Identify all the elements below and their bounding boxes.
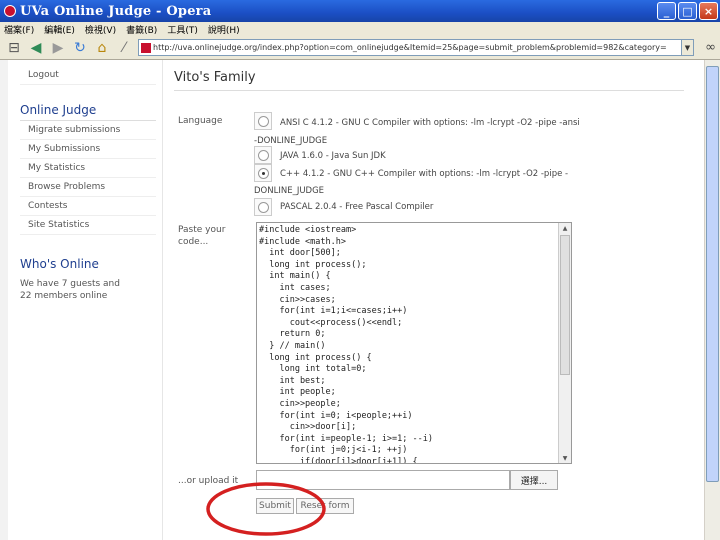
page-left-gutter xyxy=(0,60,8,540)
wand-icon[interactable]: ⁄ xyxy=(116,40,132,56)
reload-icon[interactable]: ↻ xyxy=(72,40,88,56)
code-scroll-thumb[interactable] xyxy=(560,235,570,375)
option-ansi-c-note: -DONLINE_JUDGE xyxy=(254,136,328,146)
sidebar-logout[interactable]: Logout xyxy=(20,60,156,85)
language-label: Language xyxy=(178,116,223,126)
whos-online-text: We have 7 guests and 22 members online xyxy=(20,279,120,301)
sidebar-item-site-statistics[interactable]: Site Statistics xyxy=(20,216,156,235)
minimize-button[interactable]: _ xyxy=(657,2,676,20)
radio-pascal[interactable] xyxy=(258,202,269,213)
page-content: Logout Online Judge Migrate submissions … xyxy=(0,60,704,540)
option-cpp-note: DONLINE_JUDGE xyxy=(254,186,325,196)
option-pascal: PASCAL 2.0.4 - Free Pascal Compiler xyxy=(280,202,434,212)
menu-bar: 檔案(F) 編輯(E) 檢視(V) 書籤(B) 工具(T) 說明(H) xyxy=(0,22,720,36)
submit-button[interactable]: Submit xyxy=(256,498,294,514)
address-bar[interactable]: http://uva.onlinejudge.org/index.php?opt… xyxy=(138,39,694,56)
code-text: #include <iostream> #include <math.h> in… xyxy=(259,225,433,464)
site-favicon-icon xyxy=(141,43,151,53)
maximize-button[interactable]: □ xyxy=(678,2,697,20)
sidebar-item-my-submissions[interactable]: My Submissions xyxy=(20,140,156,159)
radio-ansi-c[interactable] xyxy=(258,116,269,127)
code-textarea[interactable]: #include <iostream> #include <math.h> in… xyxy=(256,222,572,464)
scroll-up-icon[interactable]: ▲ xyxy=(559,223,571,233)
opera-logo-icon xyxy=(4,5,16,17)
forward-icon[interactable]: ▶ xyxy=(50,40,66,56)
menu-tools[interactable]: 工具(T) xyxy=(167,23,198,36)
menu-view[interactable]: 檢視(V) xyxy=(85,23,116,36)
window-titlebar: UVa Online Judge - Opera _ □ × xyxy=(0,0,720,22)
sidebar: Logout Online Judge Migrate submissions … xyxy=(20,60,156,302)
submit-form: Vito's Family Language ANSI C 4.1.2 - GN… xyxy=(174,60,684,540)
sidebar-item-browse-problems[interactable]: Browse Problems xyxy=(20,178,156,197)
home-icon[interactable]: ⌂ xyxy=(94,40,110,56)
menu-edit[interactable]: 編輯(E) xyxy=(44,23,75,36)
sidebar-item-contests[interactable]: Contests xyxy=(20,197,156,216)
option-java: JAVA 1.6.0 - Java Sun JDK xyxy=(280,151,386,161)
file-path-input[interactable] xyxy=(256,470,510,490)
option-cpp: C++ 4.1.2 - GNU C++ Compiler with option… xyxy=(280,169,569,179)
option-ansi-c: ANSI C 4.1.2 - GNU C Compiler with optio… xyxy=(280,118,580,128)
reset-form-button[interactable]: Reset form xyxy=(296,498,354,514)
page-scrollbar[interactable] xyxy=(704,60,720,540)
window-title: UVa Online Judge - Opera xyxy=(20,3,212,19)
scroll-down-icon[interactable]: ▼ xyxy=(559,453,571,463)
title-divider xyxy=(174,90,684,91)
sidebar-divider xyxy=(162,60,163,540)
tab-icon[interactable]: ⊟ xyxy=(6,40,22,56)
upload-label: ...or upload it xyxy=(178,476,239,486)
search-glasses-icon[interactable]: ∞ xyxy=(705,40,716,55)
page-scroll-thumb[interactable] xyxy=(706,66,719,482)
code-scrollbar[interactable]: ▲ ▼ xyxy=(558,223,571,463)
browser-toolbar: ⊟ ◀ ▶ ↻ ⌂ ⁄ http://uva.onlinejudge.org/i… xyxy=(0,36,720,60)
sidebar-item-my-statistics[interactable]: My Statistics xyxy=(20,159,156,178)
paste-code-label-2: code... xyxy=(178,237,209,247)
window-controls: _ □ × xyxy=(657,2,718,20)
whos-online-heading: Who's Online xyxy=(20,257,99,271)
radio-cpp[interactable] xyxy=(258,168,269,179)
menu-file[interactable]: 檔案(F) xyxy=(4,23,34,36)
address-text: http://uva.onlinejudge.org/index.php?opt… xyxy=(153,43,667,52)
sidebar-item-migrate[interactable]: Migrate submissions xyxy=(20,121,156,140)
close-button[interactable]: × xyxy=(699,2,718,20)
menu-bookmarks[interactable]: 書籤(B) xyxy=(126,23,157,36)
address-dropdown-icon[interactable]: ▼ xyxy=(681,40,693,55)
radio-java[interactable] xyxy=(258,150,269,161)
paste-code-label: Paste your xyxy=(178,225,226,235)
browse-button[interactable]: 選擇... xyxy=(510,470,558,490)
back-icon[interactable]: ◀ xyxy=(28,40,44,56)
page-title: Vito's Family xyxy=(174,70,256,85)
menu-help[interactable]: 說明(H) xyxy=(208,23,240,36)
online-judge-heading: Online Judge xyxy=(20,103,156,121)
